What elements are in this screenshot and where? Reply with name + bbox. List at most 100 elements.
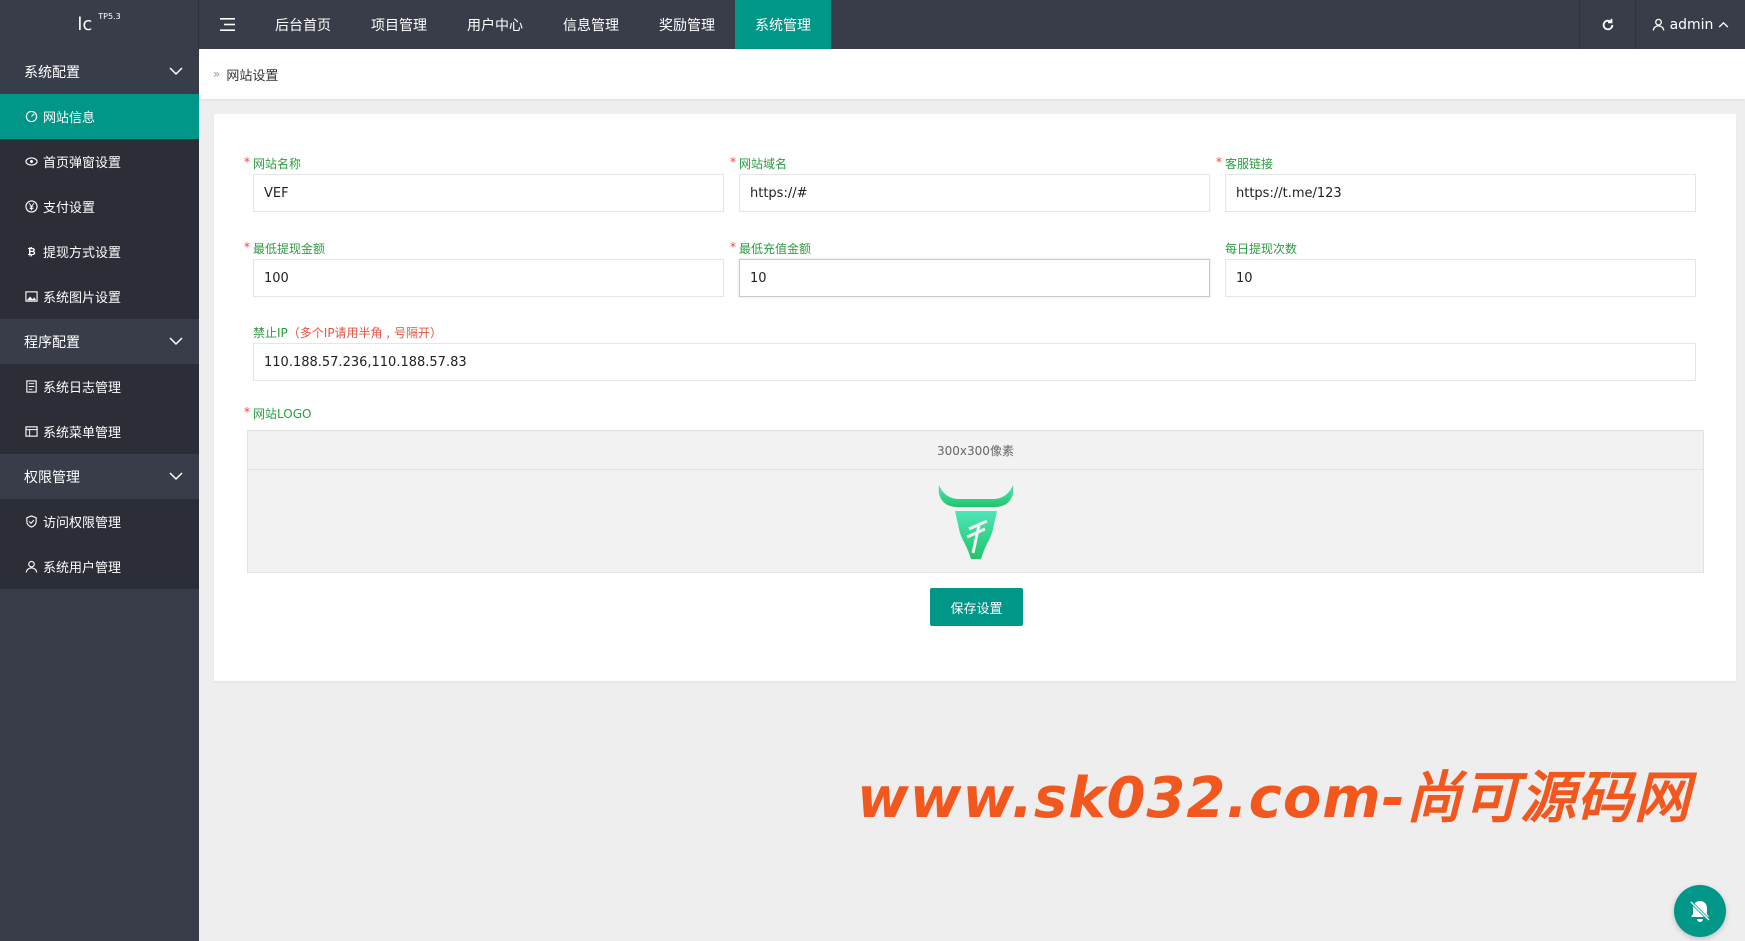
user-icon: [1652, 18, 1664, 31]
required-mark: *: [244, 240, 250, 254]
double-chevron-right-icon: »: [213, 67, 221, 81]
label-text: 最低提现金额: [253, 242, 326, 256]
field-label: 每日提现次数: [1225, 241, 1696, 257]
sidebar-group-label: 权限管理: [24, 469, 80, 486]
sidebar-item-images[interactable]: 系统图片设置: [0, 274, 199, 319]
sidebar-item-label: 首页弹窗设置: [43, 156, 122, 171]
sidebar-item-label: 网站信息: [43, 111, 96, 126]
bull-logo-icon: [938, 485, 1013, 559]
app-logo[interactable]: lc TP5.3: [0, 0, 199, 49]
top-header: lc TP5.3 后台首页 项目管理 用户中心 信息管理 奖励管理 系统管理 ad…: [0, 0, 1745, 49]
logo-preview: [248, 470, 1703, 572]
menu-toggle-icon: [219, 18, 235, 31]
refresh-button[interactable]: [1579, 0, 1635, 49]
field-min-withdraw: * 最低提现金额 100: [244, 240, 724, 297]
field-label: * 最低充值金额: [730, 240, 1210, 257]
nav-info[interactable]: 信息管理: [543, 0, 639, 49]
nav-system[interactable]: 系统管理: [735, 0, 831, 49]
top-nav: 后台首页 项目管理 用户中心 信息管理 奖励管理 系统管理: [255, 0, 831, 49]
shield-icon: [24, 515, 38, 529]
field-label: * 网站LOGO: [244, 405, 553, 422]
site-domain-input[interactable]: https://#: [739, 174, 1210, 212]
sidebar-toggle-button[interactable]: [199, 0, 255, 49]
chevron-up-icon: [1719, 21, 1729, 28]
sidebar-submenu: 系统日志管理 系统菜单管理: [0, 364, 199, 454]
sidebar-item-withdraw-method[interactable]: ₿ 提现方式设置: [0, 229, 199, 274]
required-mark: *: [1216, 155, 1222, 169]
sidebar: 系统配置 网站信息 首页弹窗设置 支付设置 ₿ 提现方式设置 系统图片设置 程序…: [0, 49, 199, 941]
field-label: * 最低提现金额: [244, 240, 724, 257]
required-mark: *: [730, 240, 736, 254]
field-site-domain: * 网站域名 https://#: [730, 155, 1210, 212]
sidebar-item-popup[interactable]: 首页弹窗设置: [0, 139, 199, 184]
settings-card: * 网站名称 VEF * 网站域名 https://# * 客服链接 https://…: [214, 114, 1736, 681]
sidebar-group-system-config[interactable]: 系统配置: [0, 49, 199, 94]
nav-rewards[interactable]: 奖励管理: [639, 0, 735, 49]
required-mark: *: [244, 155, 250, 169]
logo-version: TP5.3: [98, 12, 121, 21]
eye-icon: [24, 155, 38, 169]
bell-off-icon: [1689, 900, 1711, 922]
user-menu[interactable]: admin: [1635, 0, 1745, 49]
chevron-down-icon: [169, 337, 183, 346]
label-hint: （多个IP请用半角 , 号隔开）: [287, 326, 443, 340]
chevron-down-icon: [169, 67, 183, 76]
sidebar-item-sys-users[interactable]: 系统用户管理: [0, 544, 199, 589]
dashboard-icon: [24, 110, 38, 124]
field-ban-ip: 禁止IP（多个IP请用半角 , 号隔开） 110.188.57.236,110.…: [253, 325, 1696, 381]
required-mark: *: [244, 405, 250, 419]
sidebar-group-label: 程序配置: [24, 334, 80, 351]
save-settings-button[interactable]: 保存设置: [930, 588, 1023, 626]
sidebar-item-site-info[interactable]: 网站信息: [0, 94, 199, 139]
sidebar-group-label: 系统配置: [24, 64, 80, 81]
sidebar-item-label: 支付设置: [43, 201, 96, 216]
field-label: * 客服链接: [1216, 155, 1696, 172]
label-text: 客服链接: [1225, 157, 1274, 171]
user-name: admin: [1669, 16, 1714, 33]
nav-projects[interactable]: 项目管理: [351, 0, 447, 49]
sidebar-item-access[interactable]: 访问权限管理: [0, 499, 199, 544]
log-icon: [24, 380, 38, 394]
field-min-recharge: * 最低充值金额 10: [730, 240, 1210, 297]
sidebar-item-label: 访问权限管理: [43, 516, 122, 531]
label-text: 网站名称: [253, 157, 302, 171]
min-withdraw-input[interactable]: 100: [253, 259, 724, 297]
upload-size-hint: 300x300像素: [248, 431, 1703, 470]
min-recharge-input[interactable]: 10: [739, 259, 1210, 297]
user-icon: [24, 560, 38, 574]
watermark-text: www.sk032.com-尚可源码网: [857, 766, 1691, 831]
sidebar-item-menus[interactable]: 系统菜单管理: [0, 409, 199, 454]
sidebar-item-label: 系统图片设置: [43, 291, 122, 306]
field-label: 禁止IP（多个IP请用半角 , 号隔开）: [253, 325, 1696, 341]
breadcrumb: » 网站设置: [199, 49, 1745, 99]
header-right: admin: [1579, 0, 1745, 49]
ban-ip-input[interactable]: 110.188.57.236,110.188.57.83: [253, 343, 1696, 381]
nav-home[interactable]: 后台首页: [255, 0, 351, 49]
sidebar-item-logs[interactable]: 系统日志管理: [0, 364, 199, 409]
sidebar-item-label: 系统日志管理: [43, 381, 122, 396]
field-site-name: * 网站名称 VEF: [244, 155, 724, 212]
logo-upload-area[interactable]: 300x300像素: [247, 430, 1704, 573]
sidebar-submenu: 网站信息 首页弹窗设置 支付设置 ₿ 提现方式设置 系统图片设置: [0, 94, 199, 319]
table-icon: [24, 425, 38, 439]
refresh-icon: [1602, 18, 1613, 30]
sidebar-group-program-config[interactable]: 程序配置: [0, 319, 199, 364]
label-text: 禁止IP: [253, 326, 288, 340]
sidebar-group-permissions[interactable]: 权限管理: [0, 454, 199, 499]
label-text: 每日提现次数: [1225, 242, 1298, 256]
daily-withdraw-input[interactable]: 10: [1225, 259, 1696, 297]
site-name-input[interactable]: VEF: [253, 174, 724, 212]
sidebar-submenu: 访问权限管理 系统用户管理: [0, 499, 199, 589]
nav-users[interactable]: 用户中心: [447, 0, 543, 49]
floating-notification-button[interactable]: [1674, 885, 1726, 937]
sidebar-item-label: 系统用户管理: [43, 561, 122, 576]
sidebar-item-label: 系统菜单管理: [43, 426, 122, 441]
svg-text:₿: ₿: [27, 246, 35, 258]
service-link-input[interactable]: https://t.me/123: [1225, 174, 1696, 212]
breadcrumb-current: 网站设置: [226, 68, 279, 84]
field-label: * 网站名称: [244, 155, 724, 172]
sidebar-item-payment[interactable]: 支付设置: [0, 184, 199, 229]
chevron-down-icon: [169, 472, 183, 481]
field-logo: * 网站LOGO: [244, 405, 553, 422]
sidebar-item-label: 提现方式设置: [43, 246, 122, 261]
